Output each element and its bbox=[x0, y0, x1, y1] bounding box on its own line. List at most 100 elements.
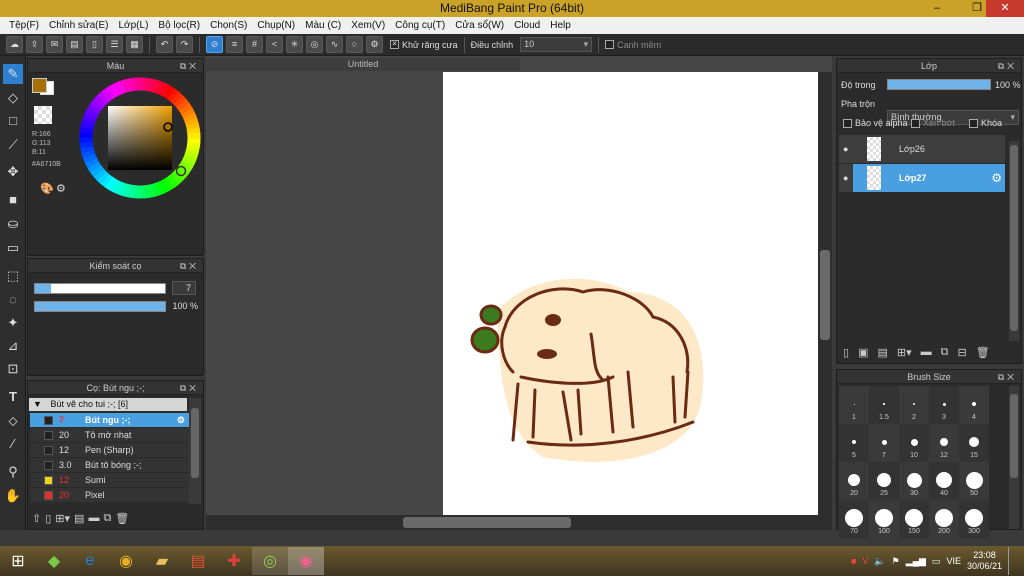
size-value[interactable]: 7 bbox=[172, 281, 196, 295]
internet-explorer-icon[interactable]: e bbox=[72, 547, 108, 575]
scrollbar-thumb[interactable] bbox=[191, 408, 199, 478]
brush-size-option[interactable]: 300 bbox=[959, 500, 989, 538]
adjust-select[interactable]: 10 bbox=[520, 37, 593, 52]
menu-color[interactable]: Màu (C) bbox=[300, 20, 346, 31]
protect-alpha-toggle[interactable]: Bảo vệ alpha bbox=[843, 118, 908, 128]
comment-icon[interactable]: ✉ bbox=[46, 36, 63, 53]
merge-layer-icon[interactable]: ⊟ bbox=[957, 346, 966, 359]
brush-size-option[interactable]: 25 bbox=[869, 462, 899, 500]
brush-item[interactable]: 12 Sumi bbox=[30, 473, 189, 487]
medibang-icon[interactable]: ◉ bbox=[288, 547, 324, 575]
menu-layer[interactable]: Lớp(L) bbox=[114, 20, 154, 31]
message-icon[interactable]: ▤ bbox=[66, 36, 83, 53]
layer-row-selected[interactable]: ● Lớp27 ⚙ bbox=[839, 164, 1005, 192]
game-icon[interactable]: ✚ bbox=[216, 547, 252, 575]
panel-controls-icon[interactable]: ⧉✕ bbox=[998, 59, 1017, 73]
divide-tool-icon[interactable]: ⁄ bbox=[3, 434, 23, 454]
ellipse-snap-icon[interactable]: ○ bbox=[346, 36, 363, 53]
app-icon[interactable]: ◆ bbox=[36, 547, 72, 575]
brush-size-option[interactable]: 5 bbox=[839, 424, 869, 462]
scrollbar-thumb[interactable] bbox=[1010, 145, 1018, 331]
visibility-icon[interactable]: ● bbox=[843, 144, 853, 154]
brush-group-header[interactable]: ▼ Bút vẽ cho tui ;-; [6] bbox=[29, 398, 187, 411]
duplicate-icon[interactable]: ⧉ bbox=[103, 512, 111, 525]
brush-list-scrollbar[interactable] bbox=[189, 398, 201, 504]
brush-settings-icon[interactable]: ⚙ bbox=[177, 415, 185, 426]
vanishing-snap-icon[interactable]: < bbox=[266, 36, 283, 53]
brush-size-option[interactable]: 10 bbox=[899, 424, 929, 462]
panel-controls-icon[interactable]: ⧉✕ bbox=[180, 59, 199, 73]
brush-size-option[interactable]: 30 bbox=[899, 462, 929, 500]
select-tool-icon[interactable]: ⬚ bbox=[3, 266, 23, 286]
clock[interactable]: 23:08 30/06/21 bbox=[967, 550, 1002, 572]
curve-snap-icon[interactable]: ∿ bbox=[326, 36, 343, 53]
menu-file[interactable]: Tệp(F) bbox=[4, 20, 44, 31]
file-explorer-icon[interactable]: ▰ bbox=[144, 547, 180, 575]
redo-icon[interactable]: ↷ bbox=[176, 36, 193, 53]
keyboard-language[interactable]: VIE bbox=[946, 556, 961, 566]
folder-icon[interactable]: ▬ bbox=[88, 512, 99, 524]
menu-view[interactable]: Xem(V) bbox=[346, 20, 390, 31]
color-wheel[interactable] bbox=[78, 76, 202, 200]
circle-snap-icon[interactable]: ◎ bbox=[306, 36, 323, 53]
gradient-tool-icon[interactable]: ▭ bbox=[3, 238, 23, 258]
clip-checkbox[interactable] bbox=[911, 118, 920, 128]
brush-item[interactable]: 3.0 Bút tô bóng ;-; bbox=[30, 458, 189, 472]
show-desktop-button[interactable] bbox=[1008, 547, 1016, 575]
menu-help[interactable]: Help bbox=[545, 20, 576, 31]
document-icon[interactable]: ▯ bbox=[86, 36, 103, 53]
add-brush-icon[interactable]: ⊞▾ bbox=[55, 512, 70, 525]
palette-icon[interactable]: 🎨 bbox=[40, 182, 54, 195]
brush-size-option[interactable]: 20 bbox=[839, 462, 869, 500]
brush-tool-icon[interactable]: ✎ bbox=[3, 64, 23, 84]
duplicate-layer-icon[interactable]: ⧉ bbox=[941, 346, 949, 359]
folder-icon[interactable]: ▬ bbox=[921, 346, 932, 358]
new-halftone-layer-icon[interactable]: ▣ bbox=[858, 346, 868, 359]
eyedropper-tool-icon[interactable]: ⚲ bbox=[3, 462, 23, 482]
brush-size-option[interactable]: 4 bbox=[959, 386, 989, 424]
antialias-toggle[interactable]: ✕ Khử răng cưa bbox=[390, 40, 458, 50]
dot-tool-icon[interactable]: □ bbox=[3, 111, 23, 131]
bucket-tool-icon[interactable]: ⛀ bbox=[3, 214, 23, 234]
lock-toggle[interactable]: Khóa bbox=[969, 118, 1002, 128]
brush-size-option[interactable]: 150 bbox=[899, 500, 929, 538]
battery-icon[interactable]: ▭ bbox=[932, 556, 941, 567]
palette-add-icon[interactable]: ⚙ bbox=[56, 182, 66, 195]
panel-controls-icon[interactable]: ⧉✕ bbox=[998, 370, 1017, 384]
move-tool-icon[interactable]: ✥ bbox=[3, 162, 23, 182]
size-slider[interactable] bbox=[34, 283, 166, 294]
brush-size-option[interactable]: 1.5 bbox=[869, 386, 899, 424]
cross-snap-icon[interactable]: # bbox=[246, 36, 263, 53]
transparent-swatch[interactable] bbox=[34, 106, 52, 124]
undo-icon[interactable]: ↶ bbox=[156, 36, 173, 53]
presentation-icon[interactable]: ▤ bbox=[180, 547, 216, 575]
brush-size-option[interactable]: 200 bbox=[929, 500, 959, 538]
cloud-brush-icon[interactable]: ⇧ bbox=[32, 512, 41, 525]
hand-tool-icon[interactable]: ✋ bbox=[3, 486, 23, 506]
grid-icon[interactable]: ▦ bbox=[126, 36, 143, 53]
windows-start-icon[interactable]: ⊞ bbox=[0, 547, 36, 575]
foreground-color-swatch[interactable] bbox=[32, 78, 47, 93]
new-8bit-layer-icon[interactable]: ▤ bbox=[877, 346, 887, 359]
menu-snap[interactable]: Chụp(N) bbox=[252, 20, 300, 31]
fill-rect-tool-icon[interactable]: ■ bbox=[3, 190, 23, 210]
brush-item[interactable]: 20 Tô mờ nhạt bbox=[30, 428, 189, 442]
brush-item[interactable]: 20 Pixel bbox=[30, 488, 189, 502]
brush-size-option[interactable]: 3 bbox=[929, 386, 959, 424]
tray-app-icon[interactable]: ■ bbox=[851, 556, 856, 566]
add-layer-dropdown-icon[interactable]: ⊞▾ bbox=[897, 346, 912, 359]
delete-icon[interactable]: 🗑 bbox=[115, 512, 129, 525]
menu-edit[interactable]: Chỉnh sửa(E) bbox=[44, 20, 114, 31]
menu-filter[interactable]: Bộ lọc(R) bbox=[153, 20, 205, 31]
volume-icon[interactable]: 🔈 bbox=[874, 556, 885, 567]
share-icon[interactable]: ⇪ bbox=[26, 36, 43, 53]
cloud-icon[interactable]: ☁ bbox=[6, 36, 23, 53]
operation-tool-icon[interactable]: ⬦ bbox=[3, 411, 23, 431]
lasso-tool-icon[interactable]: ◌ bbox=[3, 290, 23, 310]
lock-checkbox[interactable] bbox=[969, 118, 978, 128]
network-icon[interactable]: ▂▄▆ bbox=[906, 556, 926, 567]
brush-size-option[interactable]: 100 bbox=[869, 500, 899, 538]
scrollbar-thumb[interactable] bbox=[403, 517, 571, 528]
no-snap-icon[interactable]: ⊘ bbox=[206, 36, 223, 53]
layer-settings-icon[interactable]: ⚙ bbox=[991, 171, 1002, 185]
